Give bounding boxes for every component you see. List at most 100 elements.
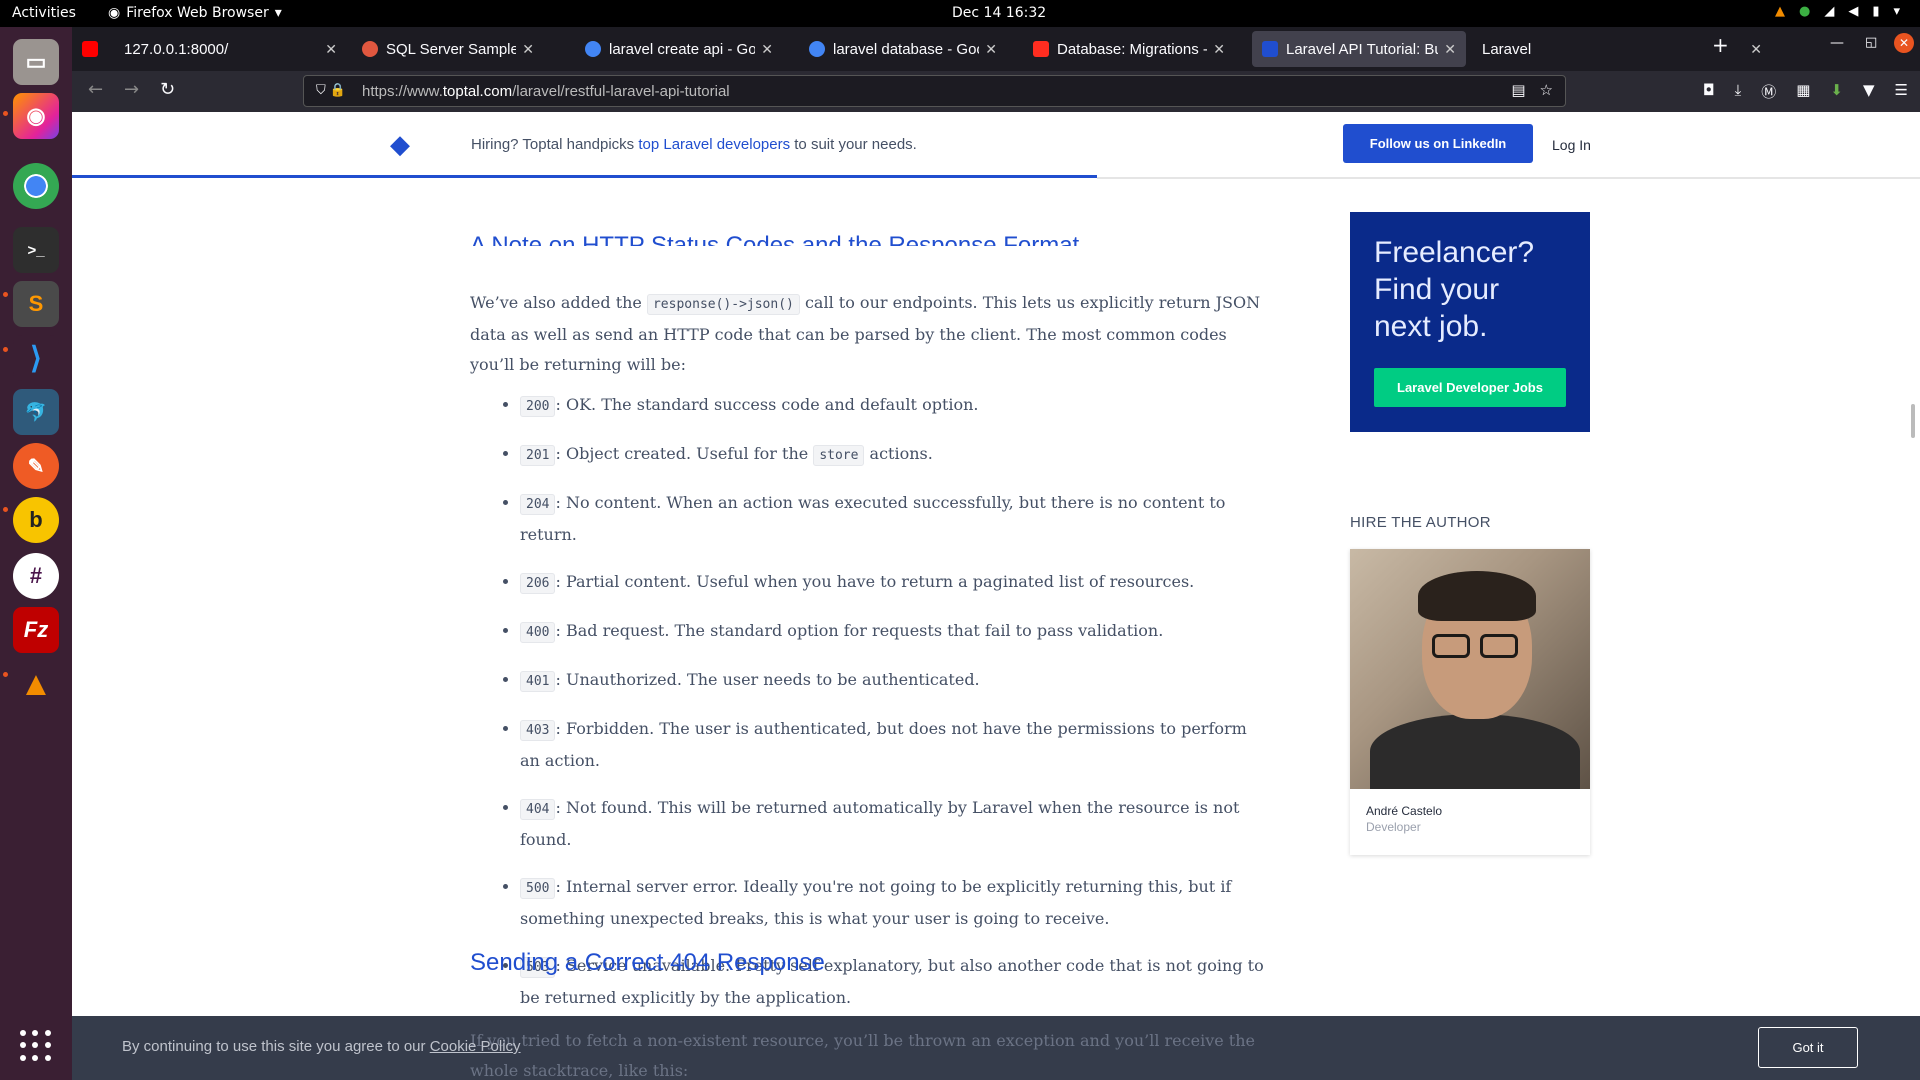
list-item: 200: OK. The standard success code and d… (520, 390, 1270, 422)
status-code-list: 200: OK. The standard success code and d… (520, 390, 1270, 1030)
address-bar[interactable]: ⛉ 🔒 https://www.toptal.com/laravel/restf… (303, 75, 1566, 107)
filezilla-icon[interactable]: Fz (13, 607, 59, 653)
system-tray[interactable]: ▲ ● ◢ ◀ ▮ ▾ (1775, 4, 1900, 19)
status-code: 204 (520, 494, 556, 515)
close-icon[interactable]: ✕ (1444, 41, 1456, 58)
photo-hair (1418, 571, 1536, 621)
author-name[interactable]: André Castelo (1366, 804, 1442, 818)
window-close-icon[interactable]: ✕ (1894, 33, 1914, 53)
author-role: Developer (1366, 820, 1421, 834)
got-it-button[interactable]: Got it (1758, 1027, 1858, 1068)
check-tray-icon: ● (1798, 4, 1811, 19)
tab-title: laravel create api - Googl (609, 40, 756, 58)
close-icon[interactable]: ✕ (1213, 41, 1225, 58)
url-text[interactable]: https://www.toptal.com/laravel/restful-l… (362, 83, 730, 100)
tab-title: laravel database - Google (833, 40, 979, 58)
login-link[interactable]: Log In (1552, 137, 1591, 153)
web-page: ◆ Hiring? Toptal handpicks top Laravel d… (72, 112, 1920, 1080)
system-top-bar: Activities ◉ Firefox Web Browser ▾ Dec 1… (0, 0, 1920, 27)
downloads-icon[interactable]: ⤓ (1735, 81, 1742, 102)
shield-lock-icon: ⛉ 🔒 (316, 83, 347, 98)
author-photo[interactable] (1350, 549, 1590, 789)
cookie-banner: If you tried to fetch a non-existent res… (72, 1016, 1920, 1080)
faded-paragraph: If you tried to fetch a non-existent res… (470, 1031, 1255, 1080)
close-icon[interactable]: ✕ (1750, 41, 1762, 58)
terminal-icon[interactable]: >_ (13, 227, 59, 273)
follow-linkedin-button[interactable]: Follow us on LinkedIn (1343, 124, 1533, 163)
top-laravel-developers-link[interactable]: top Laravel developers (638, 136, 790, 153)
close-icon[interactable]: ✕ (522, 41, 534, 58)
new-tab-icon[interactable]: + (1712, 33, 1729, 57)
author-card[interactable]: André Castelo Developer (1350, 549, 1590, 855)
extension-v-icon[interactable]: ▼ (1863, 81, 1875, 102)
extension-grid-icon[interactable]: ▦ (1796, 81, 1810, 102)
status-description: : Not found. This will be returned autom… (520, 798, 1240, 849)
extension-m-icon[interactable]: Ⓜ (1761, 81, 1776, 102)
mysql-workbench-icon[interactable]: 🐬 (13, 389, 59, 435)
running-indicator (3, 111, 8, 116)
tab-title: Laravel (1482, 40, 1532, 58)
slack-icon[interactable]: # (13, 553, 59, 599)
hiring-suffix: to suit your needs. (790, 136, 917, 153)
forward-icon[interactable]: → (124, 79, 139, 100)
show-applications-icon[interactable] (20, 1030, 52, 1062)
youtube-icon (82, 41, 98, 57)
list-item: 404: Not found. This will be returned au… (520, 793, 1270, 855)
tab-2[interactable]: SQL Server Sample Datab ✕ (352, 31, 544, 67)
maximize-icon[interactable]: ◱ (1865, 35, 1877, 50)
activities-button[interactable]: Activities (12, 5, 76, 21)
photo-glasses-left (1432, 634, 1470, 658)
pocket-icon[interactable]: ◘ (1703, 81, 1715, 102)
reload-icon[interactable]: ↻ (160, 79, 175, 100)
vscode-icon[interactable]: ⟩ (13, 335, 59, 381)
hire-author-heading: HIRE THE AUTHOR (1350, 514, 1491, 531)
tab-title: SQL Server Sample Datab (386, 40, 517, 58)
files-icon[interactable]: ▭ (13, 39, 59, 85)
bookmark-star-icon[interactable]: ☆ (1540, 81, 1553, 99)
vlc-tray-icon: ▲ (1774, 4, 1785, 19)
running-indicator (3, 672, 8, 677)
hiring-text: Hiring? Toptal handpicks top Laravel dev… (471, 136, 917, 153)
nav-bar: ← → ↻ ⛉ 🔒 https://www.toptal.com/laravel… (72, 71, 1920, 112)
status-code: 404 (520, 799, 556, 820)
tab-1[interactable]: 127.0.0.1:8000/ ✕ (72, 31, 347, 67)
chevron-down-icon: ▾ (274, 5, 282, 21)
firefox-icon[interactable]: ◉ (13, 93, 59, 139)
battery-icon: ▮ (1872, 4, 1880, 19)
app-menu[interactable]: ◉ Firefox Web Browser ▾ (108, 5, 282, 21)
minimize-icon[interactable]: — (1830, 35, 1844, 51)
close-icon[interactable]: ✕ (985, 41, 997, 58)
tab-bar: 127.0.0.1:8000/ ✕ SQL Server Sample Data… (72, 27, 1920, 71)
page-scrollbar-thumb[interactable] (1911, 404, 1915, 438)
extension-arrow-icon[interactable]: ⬇ (1830, 81, 1843, 102)
status-description: : Internal server error. Ideally you're … (520, 877, 1232, 928)
intro-paragraph: We’ve also added the response()->json() … (470, 288, 1270, 380)
section-heading: Sending a Correct 404 Response (470, 949, 825, 976)
tab-6-active[interactable]: Laravel API Tutorial: Build ✕ (1252, 31, 1466, 67)
cookie-policy-link[interactable]: Cookie Policy (430, 1038, 521, 1055)
beekeeper-icon[interactable]: b (13, 497, 59, 543)
tab-5[interactable]: Database: Migrations - La ✕ (1023, 31, 1235, 67)
status-description: : Unauthorized. The user needs to be aut… (555, 670, 980, 689)
status-code: 403 (520, 720, 556, 741)
section-heading-cut: A Note on HTTP Status Codes and the Resp… (470, 232, 1080, 246)
back-icon[interactable]: ← (88, 79, 103, 100)
laravel-developer-jobs-button[interactable]: Laravel Developer Jobs (1374, 368, 1566, 407)
status-description: : Object created. Useful for the (555, 444, 814, 463)
close-icon[interactable]: ✕ (325, 41, 337, 58)
running-indicator (3, 507, 8, 512)
reader-view-icon[interactable]: ▤ (1511, 81, 1525, 99)
laravel-icon (1033, 41, 1049, 57)
postman-icon[interactable]: ✎ (13, 443, 59, 489)
freelancer-promo: Freelancer? Find your next job. Laravel … (1350, 212, 1590, 432)
vlc-icon[interactable]: ▲ (13, 661, 59, 707)
sublime-text-icon[interactable]: S (13, 281, 59, 327)
clock[interactable]: Dec 14 16:32 (952, 5, 1046, 21)
tab-4[interactable]: laravel database - Google ✕ (799, 31, 1007, 67)
chrome-icon[interactable] (13, 163, 59, 209)
menu-hamburger-icon[interactable]: ☰ (1895, 81, 1908, 102)
toptal-logo-icon[interactable]: ◆ (390, 130, 418, 162)
close-icon[interactable]: ✕ (761, 41, 773, 58)
tab-title: 127.0.0.1:8000/ (124, 40, 229, 58)
tab-3[interactable]: laravel create api - Googl ✕ (575, 31, 783, 67)
